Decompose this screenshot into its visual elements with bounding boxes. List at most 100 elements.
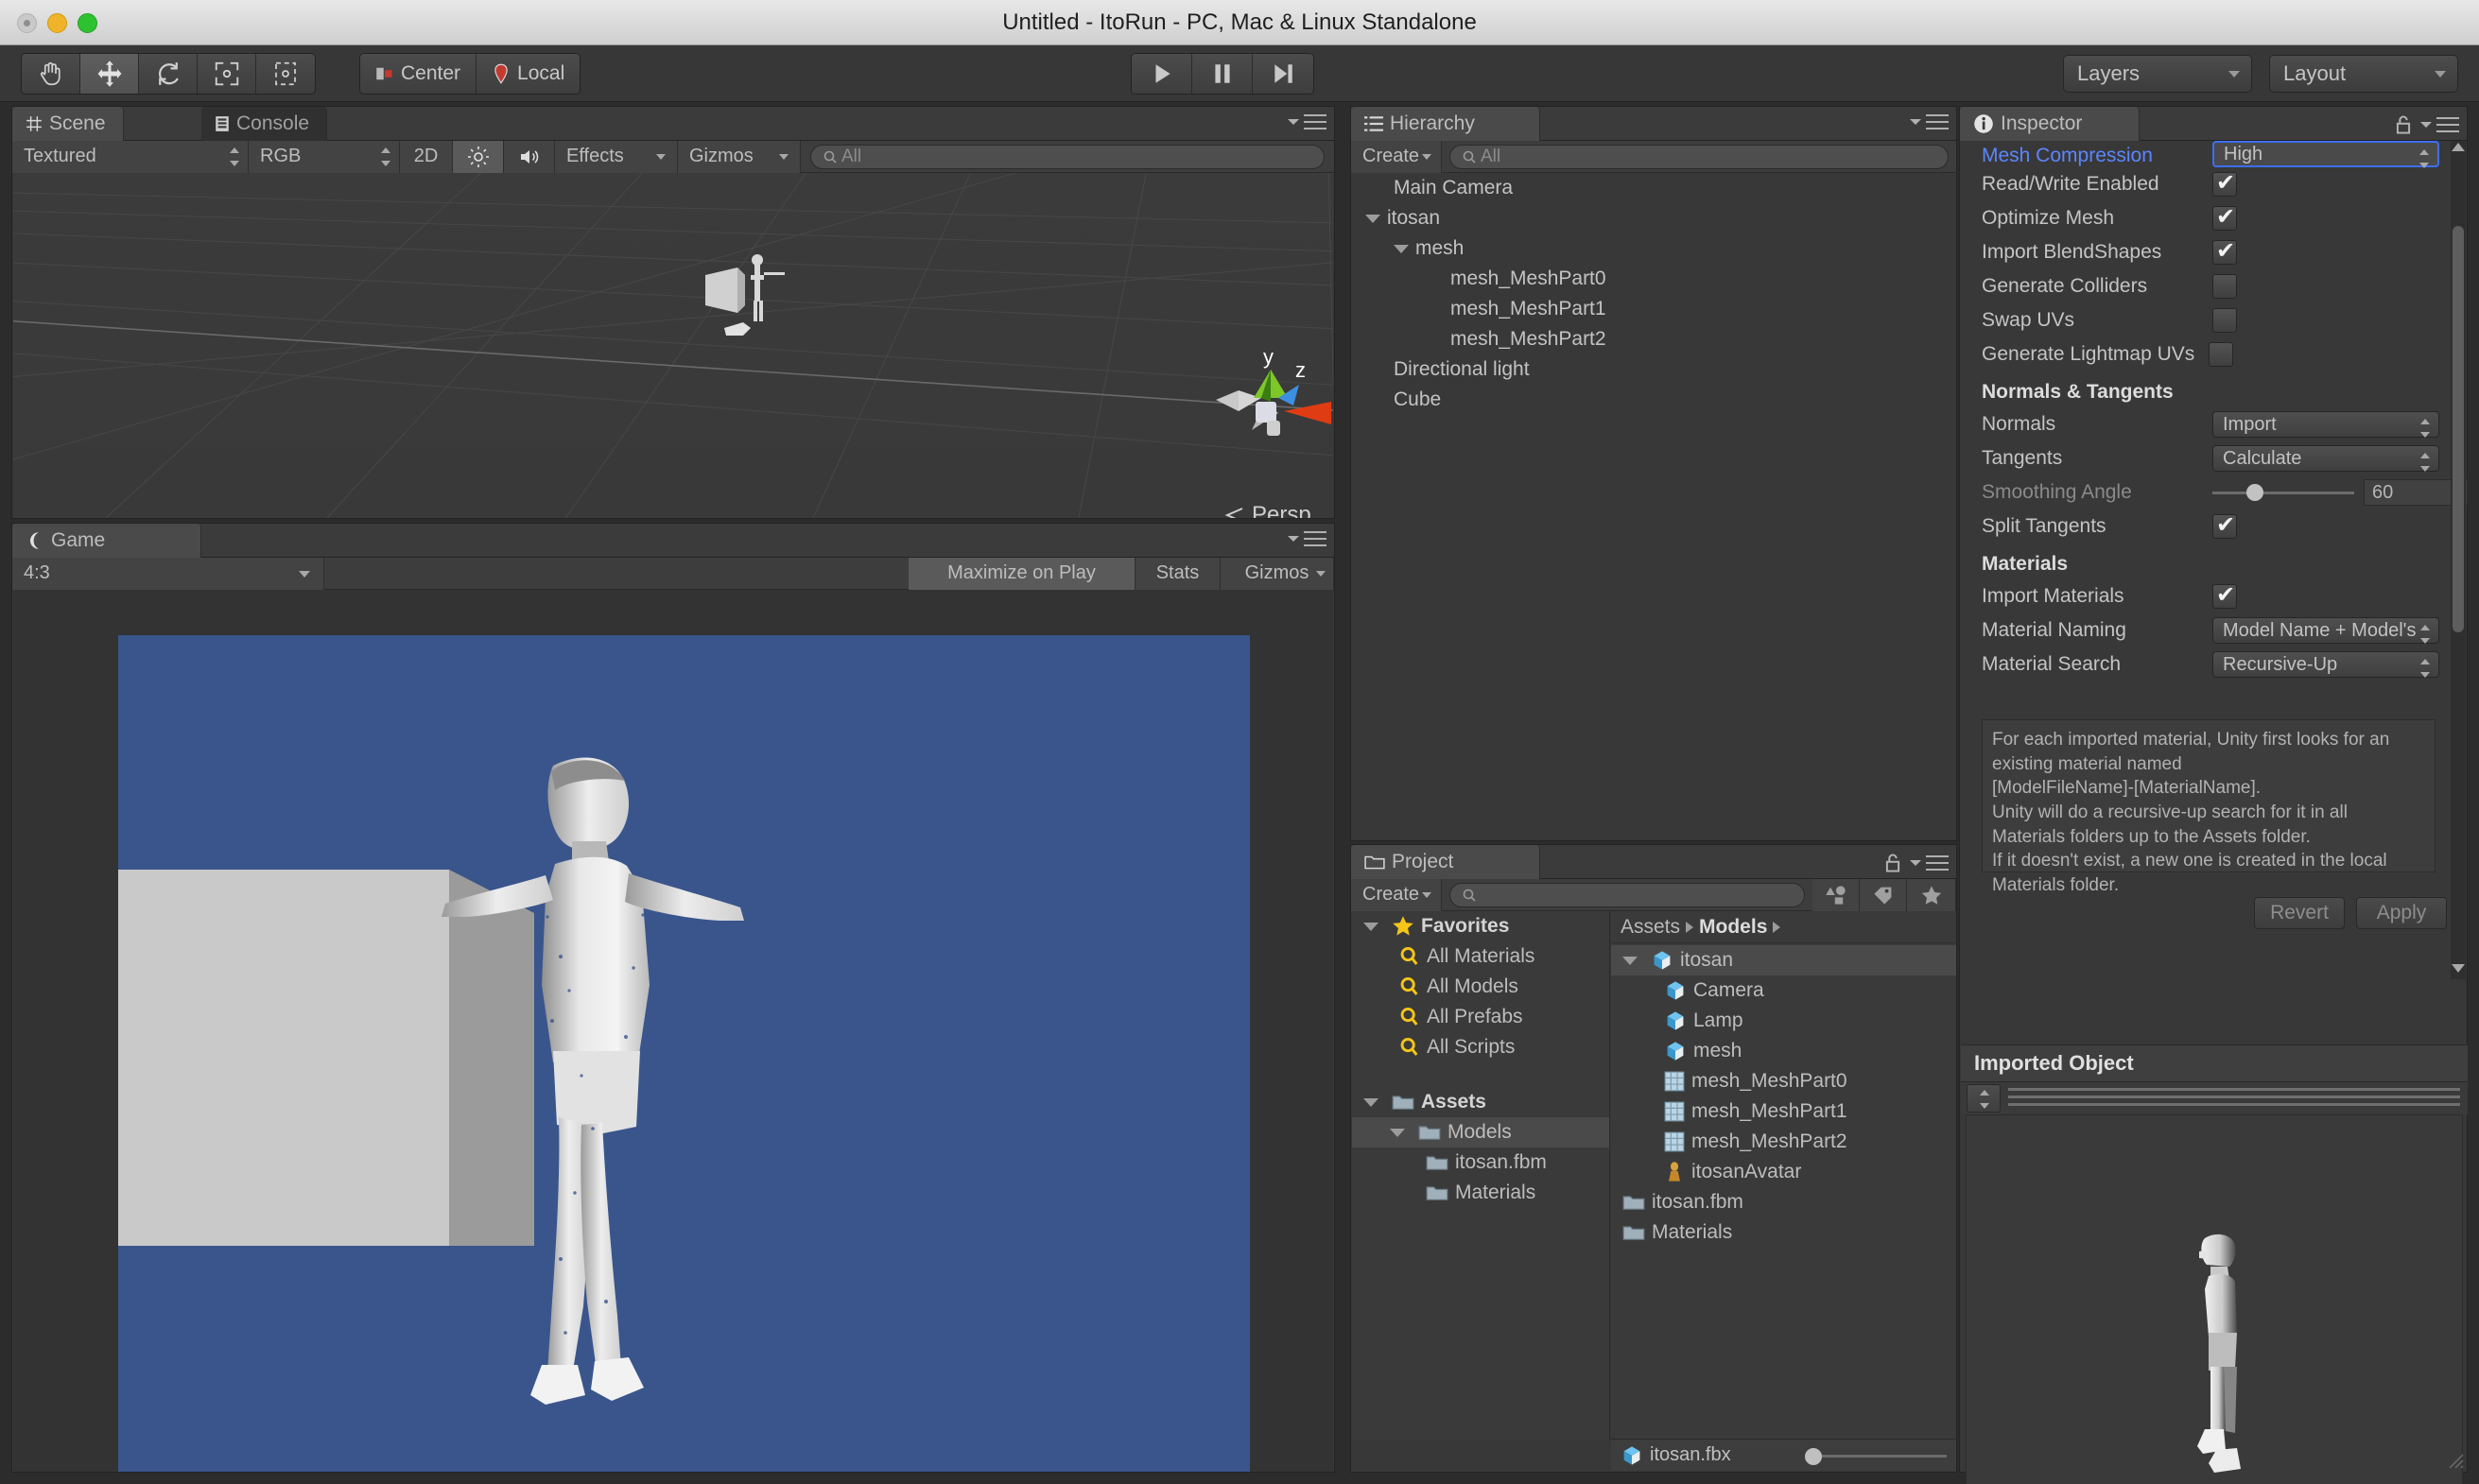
inspector-properties[interactable]: Mesh Compression High Read/Write Enabled… — [1961, 141, 2468, 979]
game-panel-menu[interactable] — [1288, 531, 1326, 546]
project-content-meshpart1[interactable]: mesh_MeshPart1 — [1611, 1096, 1956, 1127]
imported-object-updown[interactable] — [1967, 1084, 2001, 1113]
stats-button[interactable]: Stats — [1135, 557, 1221, 590]
generate-lightmap-uvs-checkbox[interactable] — [2209, 342, 2233, 367]
slider-knob[interactable] — [1805, 1447, 1822, 1465]
project-folder-tree[interactable]: Favorites All Materials All Models All P… — [1352, 911, 1610, 1441]
scroll-down-arrow[interactable] — [2452, 964, 2465, 977]
rect-tool-button[interactable] — [256, 54, 315, 94]
tab-scene[interactable]: Scene — [12, 107, 124, 141]
scene-camera-gizmo[interactable] — [696, 247, 828, 351]
apply-button[interactable]: Apply — [2356, 897, 2447, 929]
hand-tool-button[interactable] — [22, 54, 80, 94]
color-mode-dropdown[interactable]: RGB — [249, 140, 400, 173]
project-favorite-all-prefabs[interactable]: All Prefabs — [1352, 1002, 1609, 1032]
scene-axis-gizmo[interactable]: y z x — [1199, 343, 1333, 457]
project-content-camera[interactable]: Camera — [1611, 975, 1956, 1006]
maximize-icon[interactable] — [78, 12, 97, 33]
project-panel-menu[interactable] — [1884, 853, 1949, 873]
project-content-meshpart2[interactable]: mesh_MeshPart2 — [1611, 1127, 1956, 1157]
inspector-row-import-blendshapes[interactable]: Import BlendShapes — [1961, 235, 2468, 269]
pause-button[interactable] — [1192, 54, 1253, 94]
chevron-down-icon[interactable] — [1365, 214, 1380, 223]
window-controls[interactable] — [17, 0, 97, 45]
inspector-panel-menu[interactable] — [2395, 114, 2459, 135]
project-content-lamp[interactable]: Lamp — [1611, 1006, 1956, 1036]
step-button[interactable] — [1253, 54, 1313, 94]
project-content-meshpart0[interactable]: mesh_MeshPart0 — [1611, 1066, 1956, 1096]
project-zoom-slider[interactable] — [1805, 1447, 1947, 1465]
pivot-toggle-group[interactable]: Center Local — [359, 53, 581, 95]
inspector-row-material-naming[interactable]: Material Naming Model Name + Model's — [1961, 613, 2468, 647]
favorite-filter-button[interactable] — [1907, 878, 1956, 911]
hierarchy-search-input[interactable]: All — [1449, 144, 1949, 169]
inspector-row-material-search[interactable]: Material Search Recursive-Up — [1961, 647, 2468, 682]
tab-game[interactable]: Game — [12, 524, 201, 558]
optimize-mesh-checkbox[interactable] — [2212, 203, 2237, 231]
project-tree-models[interactable]: Models — [1352, 1117, 1609, 1148]
scene-viewport[interactable]: y z x Persp — [13, 173, 1333, 518]
split-tangents-checkbox[interactable] — [2212, 511, 2237, 539]
normals-dropdown[interactable]: Import — [2212, 411, 2439, 438]
tab-project[interactable]: Project — [1351, 845, 1540, 879]
scene-search-input[interactable]: All — [810, 144, 1325, 169]
rotate-tool-button[interactable] — [139, 54, 198, 94]
audio-toggle-button[interactable] — [504, 140, 555, 173]
material-naming-dropdown[interactable]: Model Name + Model's — [2212, 617, 2439, 644]
layers-dropdown[interactable]: Layers — [2063, 55, 2252, 93]
project-favorite-all-materials[interactable]: All Materials — [1352, 941, 1609, 972]
project-favorite-all-models[interactable]: All Models — [1352, 972, 1609, 1002]
tangents-dropdown[interactable]: Calculate — [2212, 445, 2439, 472]
scale-tool-button[interactable] — [198, 54, 256, 94]
inspector-row-swap-uvs[interactable]: Swap UVs — [1961, 303, 2468, 337]
hierarchy-item-main-camera[interactable]: Main Camera — [1352, 173, 1957, 203]
scrollbar-thumb[interactable] — [2453, 226, 2464, 632]
project-search-input[interactable] — [1449, 882, 1805, 907]
chevron-down-icon[interactable] — [1394, 244, 1409, 253]
maximize-on-play-button[interactable]: Maximize on Play — [909, 557, 1135, 590]
gizmos-dropdown[interactable]: Gizmos — [678, 140, 801, 173]
inspector-row-normals[interactable]: Normals Import — [1961, 407, 2468, 441]
aspect-dropdown[interactable]: 4:3 — [12, 557, 324, 590]
inspector-row-generate-lightmap-uvs[interactable]: Generate Lightmap UVs — [1961, 337, 2468, 371]
inspector-row-optimize-mesh[interactable]: Optimize Mesh — [1961, 201, 2468, 235]
imported-object-toolbar[interactable] — [1961, 1082, 2468, 1114]
play-button[interactable] — [1132, 54, 1192, 94]
layout-dropdown[interactable]: Layout — [2269, 55, 2458, 93]
inspector-row-smoothing-angle[interactable]: Smoothing Angle 60 — [1961, 475, 2468, 509]
project-favorite-all-scripts[interactable]: All Scripts — [1352, 1032, 1609, 1062]
resize-grip[interactable] — [2448, 1453, 2465, 1470]
inspector-row-mesh-compression[interactable]: Mesh Compression High — [1961, 141, 2468, 168]
pivot-center-button[interactable]: Center — [360, 54, 477, 94]
project-favorites-root[interactable]: Favorites — [1352, 911, 1609, 941]
hierarchy-item-itosan[interactable]: itosan — [1352, 203, 1957, 233]
swap-uvs-checkbox[interactable] — [2212, 308, 2237, 333]
2d-toggle-button[interactable]: 2D — [400, 140, 453, 173]
tab-hierarchy[interactable]: Hierarchy — [1351, 107, 1540, 141]
scene-panel-menu[interactable] — [1288, 114, 1326, 129]
project-content-itosan[interactable]: itosan — [1611, 945, 1956, 975]
scene-projection-label[interactable]: Persp — [1223, 502, 1311, 518]
inspector-row-tangents[interactable]: Tangents Calculate — [1961, 441, 2468, 475]
move-tool-button[interactable] — [80, 54, 139, 94]
inspector-row-split-tangents[interactable]: Split Tangents — [1961, 509, 2468, 544]
project-tree-itosan-fbm[interactable]: itosan.fbm — [1352, 1148, 1609, 1178]
generate-colliders-checkbox[interactable] — [2212, 274, 2237, 299]
hierarchy-item-meshpart0[interactable]: mesh_MeshPart0 — [1352, 264, 1957, 294]
read-write-enabled-checkbox[interactable] — [2212, 169, 2237, 197]
minimize-icon[interactable] — [47, 12, 67, 33]
hierarchy-panel-menu[interactable] — [1910, 114, 1949, 129]
chevron-down-icon[interactable] — [1363, 1097, 1378, 1107]
scroll-up-arrow[interactable] — [2452, 143, 2465, 156]
label-filter-button[interactable] — [1860, 878, 1907, 911]
smoothing-angle-slider[interactable] — [2212, 479, 2354, 506]
transform-tools[interactable] — [21, 53, 316, 95]
breadcrumb-models[interactable]: Models — [1699, 916, 1767, 939]
breadcrumb[interactable]: Assets Models — [1611, 911, 1956, 943]
inspector-scrollbar[interactable] — [2451, 141, 2466, 979]
hierarchy-item-meshpart2[interactable]: mesh_MeshPart2 — [1352, 324, 1957, 354]
chevron-down-icon[interactable] — [1390, 1128, 1405, 1137]
inspector-row-read-write-enabled[interactable]: Read/Write Enabled — [1961, 167, 2468, 201]
inspector-row-generate-colliders[interactable]: Generate Colliders — [1961, 269, 2468, 303]
chevron-down-icon[interactable] — [1363, 922, 1378, 931]
